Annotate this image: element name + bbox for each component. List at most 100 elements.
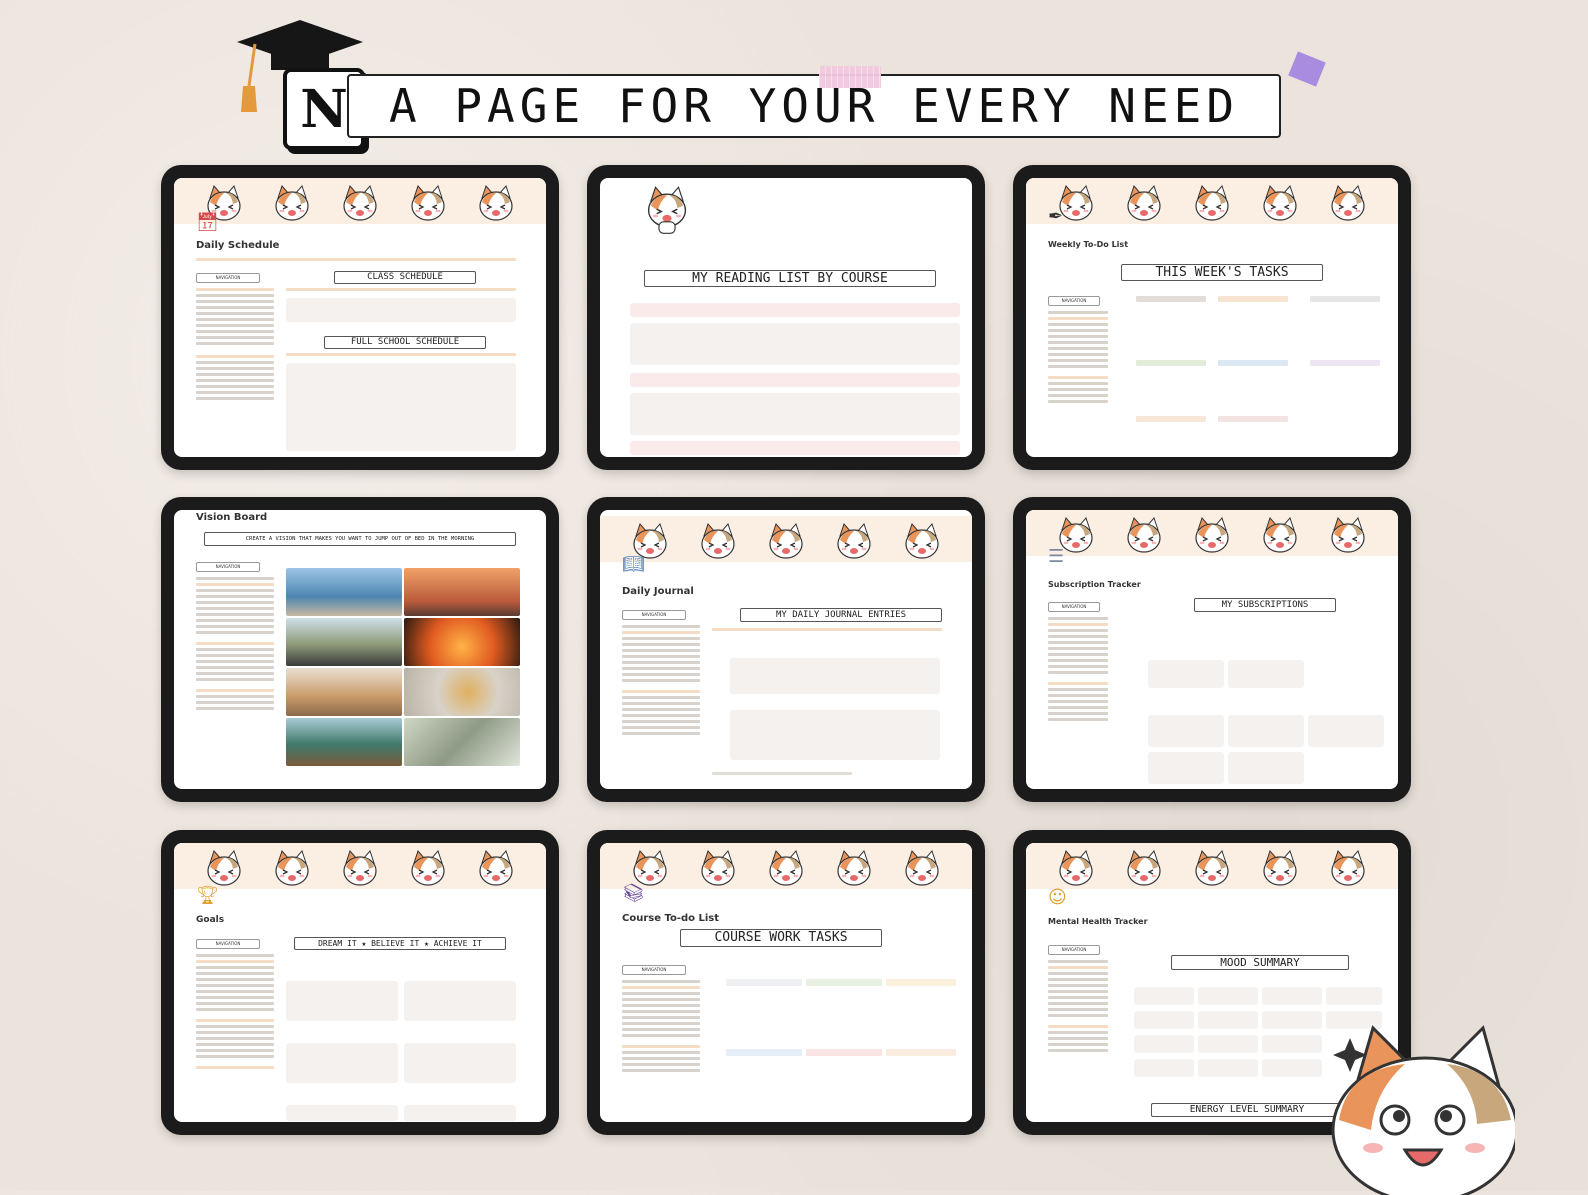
mood-card [1134,1059,1194,1077]
page-title: A PAGE FOR YOUR EVERY NEED [388,79,1240,133]
screen-daily-journal: 📖︎ Daily Journal NAVIGATION MY DAILY JOU… [600,510,972,789]
course-table [286,363,516,451]
cover-banner [600,843,972,889]
mood-card [1134,987,1194,1005]
sidebar: NAVIGATION [1048,296,1108,406]
cat-icon [902,522,942,562]
sidebar: NAVIGATION [622,965,700,1075]
section-ribbon: MY SUBSCRIPTIONS [1194,598,1336,612]
washi-tape-pink [819,66,881,88]
category-card [1228,715,1304,747]
sidebar: NAVIGATION [196,273,274,403]
course-2-header [806,979,882,986]
day-friday [1218,360,1288,366]
tablet-vision-board: Vision Board CREATE A VISION THAT MAKES … [161,497,559,802]
books-icon: 📚︎ [622,883,645,904]
cover-banner [600,516,972,562]
tablet-title: Daily Journal [622,586,694,597]
cat-icon [1328,849,1368,889]
mood-card [1262,1035,1322,1053]
nav-label: NAVIGATION [622,610,686,620]
tablet-goals: 🏆︎ Goals NAVIGATION DREAM IT ★ BELIEVE I… [161,830,559,1135]
mood-card [1198,1011,1258,1029]
goal-card [286,1043,398,1083]
cat-icon [766,849,806,889]
mood-card [1326,987,1382,1005]
course-4-header [726,1049,802,1056]
cat-icon [698,849,738,889]
cat-icon [698,522,738,562]
cat-icon [1260,849,1300,889]
section-ribbon: CLASS SCHEDULE [334,271,476,284]
vision-photo-graduate [404,618,520,666]
sidebar: NAVIGATION [196,939,274,1072]
book-icon: 📖︎ [622,554,645,575]
week-entries [730,710,940,760]
sidebar: NAVIGATION [1048,602,1108,724]
screen-daily-schedule: 📅︎ Daily Schedule NAVIGATION CLASS SCHED… [174,178,546,457]
info-bar [286,288,516,291]
cat-icon [272,849,312,889]
sidebar: NAVIGATION [1048,945,1108,1055]
section-ribbon: MOOD SUMMARY [1171,955,1349,970]
summary-card [1148,660,1224,688]
cat-icon [408,849,448,889]
course-header [630,303,960,317]
cover-banner [1026,178,1398,224]
vision-photo-boat [286,568,402,616]
cat-icon [476,849,516,889]
goal-card [404,1105,516,1121]
cat-icon [1260,516,1300,556]
cat-icon [1192,184,1232,224]
tablet-course-todo: 📚︎ Course To-do List COURSE WORK TASKS N… [587,830,985,1135]
sidebar: NAVIGATION [622,610,700,738]
cover-banner [174,178,546,224]
summary-card [1228,660,1304,688]
goal-card [404,1043,516,1083]
cat-mascot-icon [644,182,690,234]
section-ribbon: MY READING LIST BY COURSE [644,270,936,287]
day-monday [1136,296,1206,302]
screen-weekly-todo: ✒︎ Weekly To-Do List THIS WEEK'S TASKS N… [1026,178,1398,457]
tablet-subscription-tracker: ☰ Subscription Tracker NAVIGATION MY SUB… [1013,497,1411,802]
tablet-title: Goals [196,915,225,925]
nav-label: NAVIGATION [622,965,686,975]
day-saturday [1310,360,1380,366]
cat-icon [204,849,244,889]
category-card [1308,715,1384,747]
section-ribbon: THIS WEEK'S TASKS [1121,264,1323,281]
cat-icon [834,849,874,889]
month-entries [712,772,852,775]
tablet-title: Vision Board [196,512,268,523]
category-card [1228,752,1304,784]
tablet-title: Weekly To-Do List [1048,240,1129,249]
cat-mascot-icon [1331,1025,1515,1195]
cat-icon [834,522,874,562]
course-header [630,441,960,455]
cat-icon [1192,516,1232,556]
day-tuesday [1218,296,1288,302]
vision-photo-money [404,718,520,766]
tablet-daily-journal: 📖︎ Daily Journal NAVIGATION MY DAILY JOU… [587,497,985,802]
course-5-header [806,1049,882,1056]
header-banner: N A PAGE FOR YOUR EVERY NEED [235,16,1335,150]
trophy-icon: 🏆︎ [196,885,219,906]
cat-icon [408,184,448,224]
cat-icon [1328,516,1368,556]
tablet-title: Daily Schedule [196,240,280,251]
class-table [286,298,516,322]
section-ribbon: CREATE A VISION THAT MAKES YOU WANT TO J… [204,532,516,546]
tablet-title: Subscription Tracker [1048,580,1141,589]
goal-card [286,981,398,1021]
mood-card [1198,1059,1258,1077]
cat-icon [1192,849,1232,889]
course-1-header [726,979,802,986]
washi-tape-purple [1288,51,1326,87]
pen-icon: ✒︎ [1048,206,1064,227]
readme-bar [712,628,942,631]
nav-label: NAVIGATION [196,939,260,949]
mood-card [1134,1011,1194,1029]
todo-list [1136,306,1206,346]
mood-card [1262,1011,1322,1029]
face-icon: ☺ [1048,887,1067,908]
